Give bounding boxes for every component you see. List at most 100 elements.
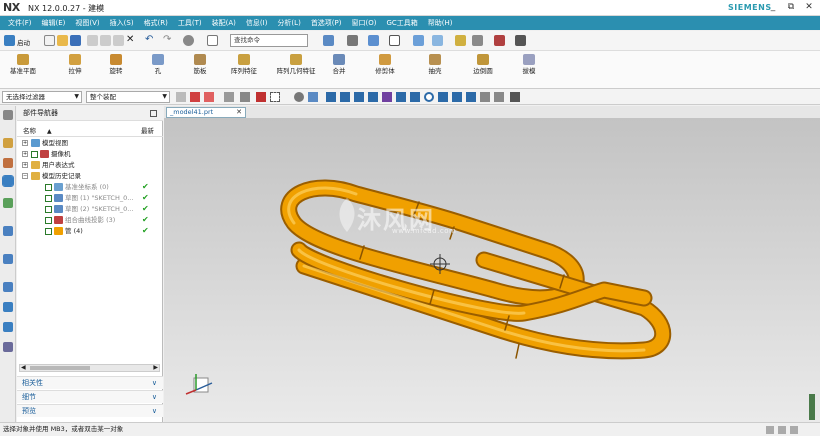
menu-window[interactable]: 窗口(O) [347,16,382,30]
center-point-icon[interactable] [424,92,434,102]
reuse-library-icon[interactable] [3,198,13,208]
tree-row[interactable]: + 摄像机 [17,149,163,160]
shell-button[interactable]: 抽壳 [412,51,458,89]
scroll-thumb[interactable] [30,366,90,370]
visibility-checkbox[interactable] [45,227,52,235]
curve-snap-icon[interactable] [382,92,392,102]
revolve-button[interactable]: 旋转 [93,51,139,89]
selection-mode-icon[interactable] [256,92,266,102]
select-component-icon[interactable] [224,92,234,102]
close-button[interactable]: ✕ [802,1,816,14]
start-label[interactable]: 启动 [17,37,30,47]
extrude-button[interactable]: 拉伸 [52,51,98,89]
status-icon-1[interactable] [766,426,774,434]
selection-scope-dropdown[interactable]: 整个装配 ▼ [86,91,170,103]
visibility-checkbox[interactable] [31,150,38,158]
maximize-icon[interactable] [150,110,157,117]
layer-icon[interactable] [347,35,358,46]
open-folder-icon[interactable] [57,35,68,46]
menu-file[interactable]: 文件(F) [3,16,37,30]
menu-format[interactable]: 格式(R) [139,16,173,30]
start-icon[interactable] [4,35,15,46]
render-style-icon[interactable] [183,35,194,46]
draft-button[interactable]: 拔模 [506,51,552,89]
body-filter-icon[interactable] [308,92,318,102]
assembly-navigator-icon[interactable] [3,138,13,148]
window-select-icon[interactable] [207,35,218,46]
constraint-navigator-icon[interactable] [3,158,13,168]
quadrant-icon[interactable] [438,92,448,102]
arc-center-icon[interactable] [396,92,406,102]
point-on-face-icon[interactable] [480,92,490,102]
tree-row[interactable]: − 模型历史记录 [17,171,163,182]
sketch-icon[interactable] [455,35,466,46]
resize-handle[interactable] [809,394,815,420]
tree-row[interactable]: 草图 (2) "SKETCH_0... ✔ [17,204,163,215]
cube-view-icon[interactable] [368,35,379,46]
visibility-checkbox[interactable] [45,194,52,202]
expand-toggle-icon[interactable]: + [22,162,28,168]
intersection-icon[interactable] [368,92,378,102]
tree-row[interactable]: 基准坐标系 (0) ✔ [17,182,163,193]
column-name[interactable]: 名称 [23,126,36,137]
dependencies-panel[interactable]: 相关性 ∨ [17,376,163,389]
pipe-model[interactable] [164,118,820,422]
endpoint-snap-icon[interactable] [326,92,336,102]
expand-toggle-icon[interactable]: − [22,173,28,179]
scroll-right-icon[interactable]: ▶ [153,364,158,371]
select-feature-icon[interactable] [204,92,214,102]
menu-view[interactable]: 视图(V) [70,16,104,30]
existing-point-icon[interactable] [452,92,462,102]
expand-toggle-icon[interactable]: + [22,151,28,157]
redo-icon[interactable]: ↷ [163,35,171,45]
visibility-checkbox[interactable] [45,183,52,191]
datum-plane-button[interactable]: 基准平面 [0,51,46,89]
trim-body-button[interactable]: 修剪体 [362,51,408,89]
process-studio-icon[interactable] [3,322,13,332]
command-search-input[interactable]: 查找命令 [230,34,308,47]
column-latest[interactable]: 最新 [141,126,154,137]
copy-icon[interactable] [100,35,111,46]
tree-row[interactable]: + 用户表达式 [17,160,163,171]
hole-button[interactable]: 孔 [135,51,181,89]
select-all-icon[interactable] [190,92,200,102]
undo-icon[interactable]: ↶ [145,35,153,45]
deselect-icon[interactable] [240,92,250,102]
tab-model41[interactable]: _model41.prt ✕ [166,107,246,118]
status-icon-2[interactable] [778,426,786,434]
system-materials-icon[interactable] [3,302,13,312]
rib-button[interactable]: 筋板 [177,51,223,89]
paste-icon[interactable] [113,35,124,46]
horizontal-scrollbar[interactable]: ◀ ▶ [19,364,160,372]
scroll-left-icon[interactable]: ◀ [21,364,26,371]
part-navigator-icon[interactable] [2,175,14,187]
sort-up-icon[interactable]: ▲ [47,126,52,137]
new-file-icon[interactable] [44,35,55,46]
more-snaps-icon[interactable] [510,92,520,102]
expand-toggle-icon[interactable]: + [22,140,28,146]
rectangle-select-icon[interactable] [270,92,280,102]
menu-help[interactable]: 帮助(H) [423,16,458,30]
snap-icon[interactable] [494,35,505,46]
edge-blend-button[interactable]: 边倒圆 [460,51,506,89]
shading-icon[interactable] [413,35,424,46]
menu-analysis[interactable]: 分析(L) [272,16,305,30]
menu-edit[interactable]: 编辑(E) [37,16,71,30]
menu-preferences[interactable]: 首选项(P) [306,16,347,30]
close-tab-icon[interactable]: ✕ [236,108,242,117]
cut-icon[interactable] [87,35,98,46]
menu-gc-toolbox[interactable]: GC工具箱 [381,16,422,30]
web-browser-icon[interactable] [3,254,13,264]
tree-row[interactable]: 草图 (1) "SKETCH_0... ✔ [17,193,163,204]
save-icon[interactable] [70,35,81,46]
view-orient-icon[interactable] [323,35,334,46]
midpoint-snap-icon[interactable] [340,92,350,102]
menu-information[interactable]: 信息(I) [241,16,273,30]
menu-tools[interactable]: 工具(T) [173,16,207,30]
frame-icon[interactable] [389,35,400,46]
visibility-checkbox[interactable] [45,205,52,213]
roles-icon[interactable] [3,342,13,352]
minimize-button[interactable]: _ [766,1,780,14]
display-icon[interactable] [432,35,443,46]
type-filter-dropdown[interactable]: 无选择过滤器 ▼ [2,91,82,103]
